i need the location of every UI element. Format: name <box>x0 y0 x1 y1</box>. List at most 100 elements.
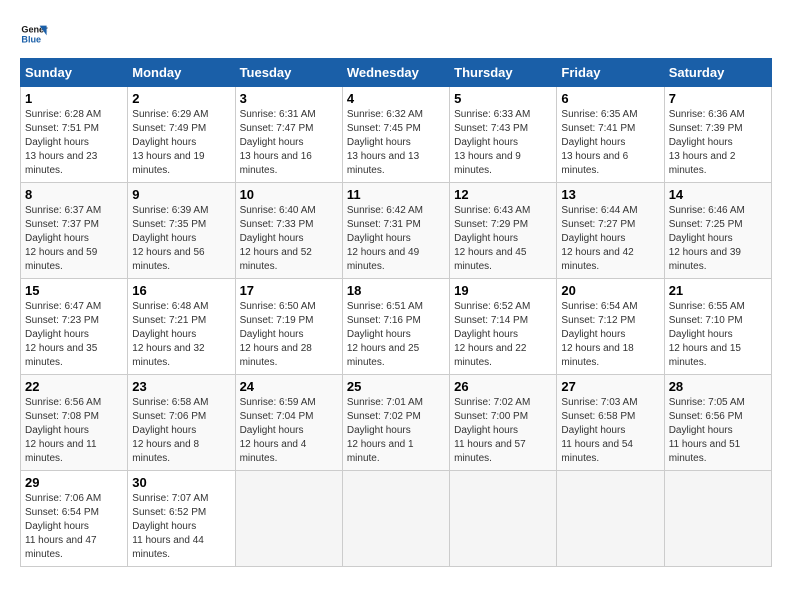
calendar-cell: 11 Sunrise: 6:42 AM Sunset: 7:31 PM Dayl… <box>342 183 449 279</box>
daylight-label: Daylight hours <box>669 136 767 150</box>
sunrise-text: Sunrise: 6:42 AM <box>347 204 445 218</box>
sunset-text: Sunset: 7:08 PM <box>25 410 123 424</box>
daylight-label: Daylight hours <box>347 136 445 150</box>
sunset-text: Sunset: 7:23 PM <box>25 314 123 328</box>
daylight-label: Daylight hours <box>561 328 659 342</box>
daylight-label: Daylight hours <box>25 232 123 246</box>
sunrise-text: Sunrise: 6:51 AM <box>347 300 445 314</box>
day-number: 21 <box>669 283 767 298</box>
sunrise-text: Sunrise: 7:02 AM <box>454 396 552 410</box>
daylight-label: Daylight hours <box>240 232 338 246</box>
day-number: 3 <box>240 91 338 106</box>
logo-icon: General Blue <box>20 20 48 48</box>
day-number: 5 <box>454 91 552 106</box>
daylight-label: Daylight hours <box>240 136 338 150</box>
calendar-cell: 19 Sunrise: 6:52 AM Sunset: 7:14 PM Dayl… <box>450 279 557 375</box>
sunset-text: Sunset: 7:35 PM <box>132 218 230 232</box>
day-number: 8 <box>25 187 123 202</box>
daylight-duration: 12 hours and 35 minutes. <box>25 342 123 370</box>
sunrise-text: Sunrise: 6:28 AM <box>25 108 123 122</box>
sunrise-text: Sunrise: 6:32 AM <box>347 108 445 122</box>
daylight-label: Daylight hours <box>561 424 659 438</box>
day-number: 27 <box>561 379 659 394</box>
daylight-duration: 12 hours and 8 minutes. <box>132 438 230 466</box>
sunset-text: Sunset: 7:27 PM <box>561 218 659 232</box>
daylight-duration: 12 hours and 32 minutes. <box>132 342 230 370</box>
day-number: 18 <box>347 283 445 298</box>
calendar-cell: 10 Sunrise: 6:40 AM Sunset: 7:33 PM Dayl… <box>235 183 342 279</box>
daylight-label: Daylight hours <box>669 424 767 438</box>
daylight-duration: 12 hours and 52 minutes. <box>240 246 338 274</box>
sunset-text: Sunset: 7:47 PM <box>240 122 338 136</box>
calendar-cell: 3 Sunrise: 6:31 AM Sunset: 7:47 PM Dayli… <box>235 87 342 183</box>
sunset-text: Sunset: 7:19 PM <box>240 314 338 328</box>
sunset-text: Sunset: 7:06 PM <box>132 410 230 424</box>
sunset-text: Sunset: 7:00 PM <box>454 410 552 424</box>
sunset-text: Sunset: 7:29 PM <box>454 218 552 232</box>
calendar-cell: 25 Sunrise: 7:01 AM Sunset: 7:02 PM Dayl… <box>342 375 449 471</box>
sunset-text: Sunset: 7:39 PM <box>669 122 767 136</box>
calendar-cell: 9 Sunrise: 6:39 AM Sunset: 7:35 PM Dayli… <box>128 183 235 279</box>
day-number: 9 <box>132 187 230 202</box>
sunrise-text: Sunrise: 6:44 AM <box>561 204 659 218</box>
calendar-cell: 29 Sunrise: 7:06 AM Sunset: 6:54 PM Dayl… <box>21 471 128 567</box>
daylight-duration: 11 hours and 44 minutes. <box>132 534 230 562</box>
daylight-label: Daylight hours <box>132 520 230 534</box>
daylight-duration: 13 hours and 6 minutes. <box>561 150 659 178</box>
daylight-duration: 12 hours and 56 minutes. <box>132 246 230 274</box>
day-number: 19 <box>454 283 552 298</box>
sunrise-text: Sunrise: 6:29 AM <box>132 108 230 122</box>
daylight-duration: 12 hours and 45 minutes. <box>454 246 552 274</box>
header-tuesday: Tuesday <box>235 59 342 87</box>
calendar-week-row: 8 Sunrise: 6:37 AM Sunset: 7:37 PM Dayli… <box>21 183 772 279</box>
day-number: 14 <box>669 187 767 202</box>
sunset-text: Sunset: 7:51 PM <box>25 122 123 136</box>
calendar-cell: 16 Sunrise: 6:48 AM Sunset: 7:21 PM Dayl… <box>128 279 235 375</box>
daylight-label: Daylight hours <box>454 328 552 342</box>
sunrise-text: Sunrise: 6:40 AM <box>240 204 338 218</box>
daylight-label: Daylight hours <box>347 232 445 246</box>
sunrise-text: Sunrise: 6:48 AM <box>132 300 230 314</box>
calendar-week-row: 22 Sunrise: 6:56 AM Sunset: 7:08 PM Dayl… <box>21 375 772 471</box>
header-friday: Friday <box>557 59 664 87</box>
day-number: 13 <box>561 187 659 202</box>
calendar-cell <box>664 471 771 567</box>
calendar-cell: 12 Sunrise: 6:43 AM Sunset: 7:29 PM Dayl… <box>450 183 557 279</box>
sunset-text: Sunset: 7:21 PM <box>132 314 230 328</box>
sunrise-text: Sunrise: 6:52 AM <box>454 300 552 314</box>
sunrise-text: Sunrise: 6:56 AM <box>25 396 123 410</box>
sunset-text: Sunset: 6:58 PM <box>561 410 659 424</box>
sunrise-text: Sunrise: 6:55 AM <box>669 300 767 314</box>
daylight-duration: 12 hours and 15 minutes. <box>669 342 767 370</box>
sunset-text: Sunset: 6:52 PM <box>132 506 230 520</box>
calendar-cell: 20 Sunrise: 6:54 AM Sunset: 7:12 PM Dayl… <box>557 279 664 375</box>
calendar-cell: 14 Sunrise: 6:46 AM Sunset: 7:25 PM Dayl… <box>664 183 771 279</box>
daylight-label: Daylight hours <box>561 232 659 246</box>
daylight-duration: 11 hours and 54 minutes. <box>561 438 659 466</box>
calendar-cell: 23 Sunrise: 6:58 AM Sunset: 7:06 PM Dayl… <box>128 375 235 471</box>
daylight-duration: 12 hours and 25 minutes. <box>347 342 445 370</box>
sunrise-text: Sunrise: 6:46 AM <box>669 204 767 218</box>
daylight-label: Daylight hours <box>454 136 552 150</box>
daylight-label: Daylight hours <box>454 232 552 246</box>
day-number: 16 <box>132 283 230 298</box>
day-number: 30 <box>132 475 230 490</box>
daylight-duration: 12 hours and 11 minutes. <box>25 438 123 466</box>
calendar-week-row: 15 Sunrise: 6:47 AM Sunset: 7:23 PM Dayl… <box>21 279 772 375</box>
daylight-duration: 11 hours and 57 minutes. <box>454 438 552 466</box>
day-number: 6 <box>561 91 659 106</box>
page-header: General Blue <box>20 20 772 48</box>
sunrise-text: Sunrise: 6:33 AM <box>454 108 552 122</box>
daylight-duration: 13 hours and 23 minutes. <box>25 150 123 178</box>
sunrise-text: Sunrise: 6:50 AM <box>240 300 338 314</box>
calendar-cell: 1 Sunrise: 6:28 AM Sunset: 7:51 PM Dayli… <box>21 87 128 183</box>
daylight-duration: 13 hours and 2 minutes. <box>669 150 767 178</box>
daylight-label: Daylight hours <box>25 520 123 534</box>
sunset-text: Sunset: 7:14 PM <box>454 314 552 328</box>
sunrise-text: Sunrise: 7:03 AM <box>561 396 659 410</box>
calendar-cell: 24 Sunrise: 6:59 AM Sunset: 7:04 PM Dayl… <box>235 375 342 471</box>
sunset-text: Sunset: 7:45 PM <box>347 122 445 136</box>
day-number: 15 <box>25 283 123 298</box>
calendar-cell: 5 Sunrise: 6:33 AM Sunset: 7:43 PM Dayli… <box>450 87 557 183</box>
daylight-duration: 12 hours and 22 minutes. <box>454 342 552 370</box>
